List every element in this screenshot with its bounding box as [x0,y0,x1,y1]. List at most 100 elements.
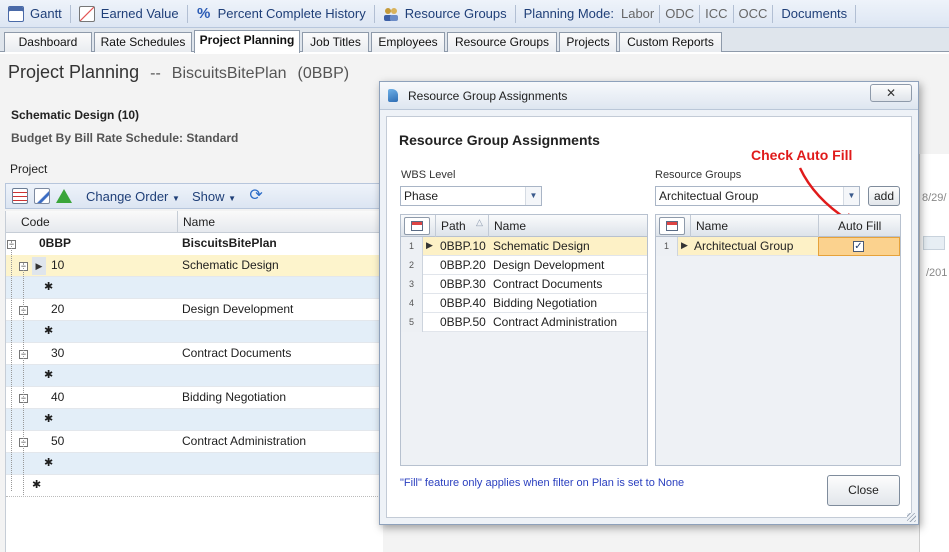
row-name: Bidding Negotiation [182,390,287,404]
wbs-level-select[interactable]: Phase ▼ [400,186,542,206]
new-row[interactable]: ✱ [6,277,384,299]
close-icon[interactable]: ✕ [870,84,912,102]
check-auto-fill-annotation: Check Auto Fill [751,147,853,163]
resource-groups-button[interactable]: Resource Groups [375,0,515,28]
toolbar-divider [855,4,857,23]
row-name: Contract Administration [493,315,618,329]
name-column-header[interactable]: Name [494,217,526,236]
new-row-icon: ✱ [44,281,54,293]
wbs-grid: Path △ Name 1 ▶ 0BBP.10 Schematic Design… [400,214,648,466]
show-label: Show [191,188,225,204]
column-divider [177,211,178,233]
main-toolbar: Gantt Earned Value % Percent Complete Hi… [0,0,949,28]
table-row[interactable]: − 50 Contract Administration [6,431,384,453]
chevron-down-icon[interactable]: ▼ [525,187,541,205]
new-row[interactable]: ✱ [6,365,384,387]
row-number: 1 [401,237,423,256]
add-button[interactable]: add [868,186,900,206]
tab-custom-reports[interactable]: Custom Reports [619,32,722,52]
phase-name: Schematic Design (10) [11,108,140,122]
tab-rate-schedules[interactable]: Rate Schedules [94,32,192,52]
column-chooser-icon[interactable] [659,217,685,235]
percent-complete-history-button[interactable]: % Percent Complete History [188,0,374,28]
row-number: 3 [401,275,423,294]
tab-resource-groups[interactable]: Resource Groups [447,32,557,52]
new-row-icon: ✱ [32,479,42,491]
earned-value-button[interactable]: Earned Value [71,0,187,28]
feather-icon [388,89,398,102]
tree-line [11,241,12,491]
show-dropdown[interactable]: Show ▼ [192,189,236,204]
documents-button[interactable]: Documents [773,0,855,28]
row-name: Schematic Design [493,239,590,253]
table-row[interactable]: − 40 Bidding Negotiation [6,387,384,409]
new-row-icon: ✱ [44,325,54,337]
row-path: 0BBP.40 [440,296,486,310]
row-number: 4 [401,294,423,313]
planning-mode-labor[interactable]: Labor [616,6,659,21]
change-order-dropdown[interactable]: Change Order ▼ [86,189,180,204]
tab-projects[interactable]: Projects [559,32,617,52]
dialog-window-title: Resource Group Assignments [408,89,568,103]
table-row[interactable]: − 0BBP BiscuitsBitePlan [6,233,384,255]
sort-up-icon: △ [476,217,483,227]
new-row[interactable]: ✱ [6,409,384,431]
planning-mode-label: Planning Mode: [523,6,614,21]
column-chooser-icon[interactable] [404,217,430,235]
table-row[interactable]: 3 0BBP.30 Contract Documents [401,275,647,294]
resize-grip-icon[interactable] [907,513,916,522]
new-row[interactable]: ✱ [6,453,384,475]
dialog-titlebar[interactable]: Resource Group Assignments ✕ [380,82,918,110]
up-arrow-icon[interactable] [56,189,72,203]
dialog-heading: Resource Group Assignments [399,132,600,148]
edit-icon[interactable] [34,188,50,204]
table-row[interactable]: − 20 Design Development [6,299,384,321]
table-row[interactable]: 2 0BBP.20 Design Development [401,256,647,275]
gantt-strip [919,154,949,552]
code-column-header[interactable]: Code [21,212,50,234]
row-selector-arrow-icon: ▶ [426,240,433,250]
row-number: 1 [656,237,678,256]
name-column-header[interactable]: Name [183,212,215,234]
planning-mode-odc[interactable]: ODC [660,6,699,21]
close-button[interactable]: Close [827,475,900,506]
new-root-row[interactable]: ✱ [6,475,384,497]
resource-group-grid-header: Name Auto Fill [656,215,900,237]
row-name: Design Development [182,302,294,316]
table-row[interactable]: 1 ▶ Architectual Group ✓ [656,237,900,256]
row-name: Bidding Negotiation [493,296,598,310]
table-row[interactable]: − 30 Contract Documents [6,343,384,365]
planning-mode-icc[interactable]: ICC [700,6,732,21]
name-column-header[interactable]: Name [696,217,728,236]
new-row[interactable]: ✱ [6,321,384,343]
row-path: 0BBP.30 [440,277,486,291]
dialog-body: Resource Group Assignments WBS Level Pha… [386,116,912,518]
root-name: BiscuitsBitePlan [182,236,277,250]
documents-label: Documents [781,6,848,21]
table-row[interactable]: − ▶ 10 Schematic Design [6,255,384,277]
table-row[interactable]: 5 0BBP.50 Contract Administration [401,313,647,332]
tab-project-planning[interactable]: Project Planning [194,30,300,53]
planning-mode-occ[interactable]: OCC [734,6,773,21]
tab-job-titles[interactable]: Job Titles [302,32,369,52]
row-code: 30 [51,346,65,360]
auto-fill-checkbox[interactable]: ✓ [853,241,864,252]
row-selector-arrow-icon: ▶ [681,240,688,250]
path-column-header[interactable]: Path [441,217,466,236]
row-selector-arrow-icon: ▶ [32,257,46,275]
tab-employees[interactable]: Employees [371,32,445,52]
plan-code: (0BBP) [297,65,350,82]
table-row[interactable]: 1 ▶ 0BBP.10 Schematic Design [401,237,647,256]
row-name: Contract Administration [182,434,307,448]
auto-fill-column-header[interactable]: Auto Fill [838,217,881,236]
row-name: Schematic Design [182,258,279,272]
tab-dashboard[interactable]: Dashboard [4,32,92,52]
refresh-icon[interactable]: ⟳ [248,188,264,204]
percent-icon: % [196,4,211,22]
gantt-button[interactable]: Gantt [0,0,70,28]
checklist-icon[interactable] [12,188,28,204]
grid-header: Code Name [6,211,384,233]
resource-groups-label: Resource Groups [404,6,507,21]
table-row[interactable]: 4 0BBP.40 Bidding Negotiation [401,294,647,313]
row-name: Architectual Group [694,239,794,253]
